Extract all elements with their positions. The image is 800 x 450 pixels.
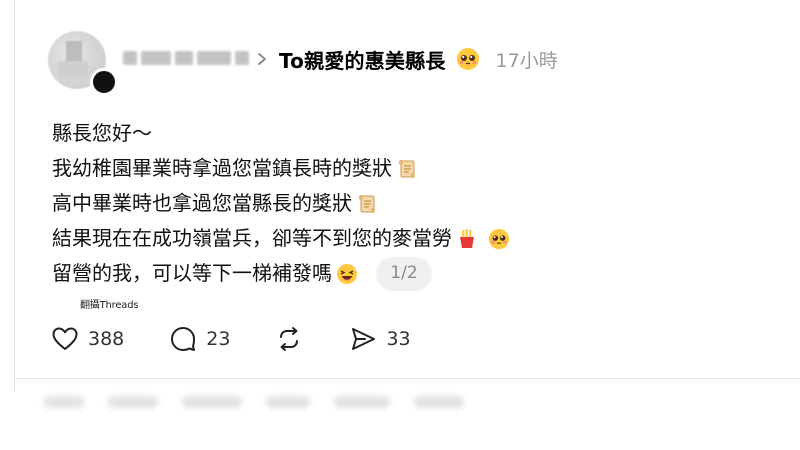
post-line-text: 高中畢業時也拿過您當縣長的獎狀 — [52, 191, 352, 215]
send-icon — [352, 328, 376, 350]
post-line: 結果現在在成功嶺當兵，卻等不到您的麥當勞 — [52, 221, 732, 256]
post-line: 留營的我，可以等下一梯補發嗎 1/2 — [52, 256, 732, 291]
post-header: To親愛的惠美縣長 17小時 — [255, 43, 558, 75]
pleading-face-emoji — [488, 228, 510, 249]
comment-count: 23 — [206, 328, 231, 350]
thread-title[interactable]: To親愛的惠美縣長 — [279, 45, 446, 74]
post-body: 縣長您好～ 我幼稚園畢業時拿過您當鎮長時的獎狀 高中畢業時也拿過您當縣長的獎狀 … — [52, 116, 732, 291]
divider — [14, 378, 800, 379]
repost-icon — [280, 327, 299, 351]
post-line-text: 我幼稚園畢業時拿過您當鎮長時的獎狀 — [52, 156, 392, 180]
blurred-username — [123, 44, 251, 72]
scroll-emoji — [359, 194, 375, 213]
pleading-face-emoji — [456, 48, 479, 70]
media-page-indicator[interactable]: 1/2 — [376, 256, 432, 291]
repost-button[interactable] — [274, 324, 304, 354]
watermark-label: 翻攝Threads — [80, 300, 139, 311]
like-button[interactable]: 388 — [50, 324, 124, 354]
fries-emoji — [460, 228, 474, 248]
post-line-text: 結果現在在成功嶺當兵，卻等不到您的麥當勞 — [52, 226, 452, 250]
chevron-right-icon — [258, 53, 266, 65]
scroll-emoji — [399, 159, 415, 178]
action-bar: 388 23 33 — [50, 322, 455, 356]
share-count: 33 — [386, 328, 411, 350]
comment-button[interactable]: 23 — [168, 324, 230, 354]
post-line-text: 縣長您好～ — [52, 121, 152, 145]
post-line: 縣長您好～ — [52, 116, 732, 151]
heart-icon — [52, 327, 78, 350]
timestamp[interactable]: 17小時 — [496, 46, 558, 73]
comment-icon — [171, 327, 196, 351]
share-button[interactable]: 33 — [348, 324, 411, 354]
post-line-text: 留營的我，可以等下一梯補發嗎 — [52, 261, 332, 285]
like-count: 388 — [88, 328, 125, 350]
laughing-face-emoji — [337, 263, 357, 284]
post-line: 高中畢業時也拿過您當縣長的獎狀 — [52, 186, 732, 221]
follow-badge-icon[interactable] — [90, 68, 118, 96]
blurred-next-post — [44, 396, 524, 418]
post-line: 我幼稚園畢業時拿過您當鎮長時的獎狀 — [52, 151, 732, 186]
